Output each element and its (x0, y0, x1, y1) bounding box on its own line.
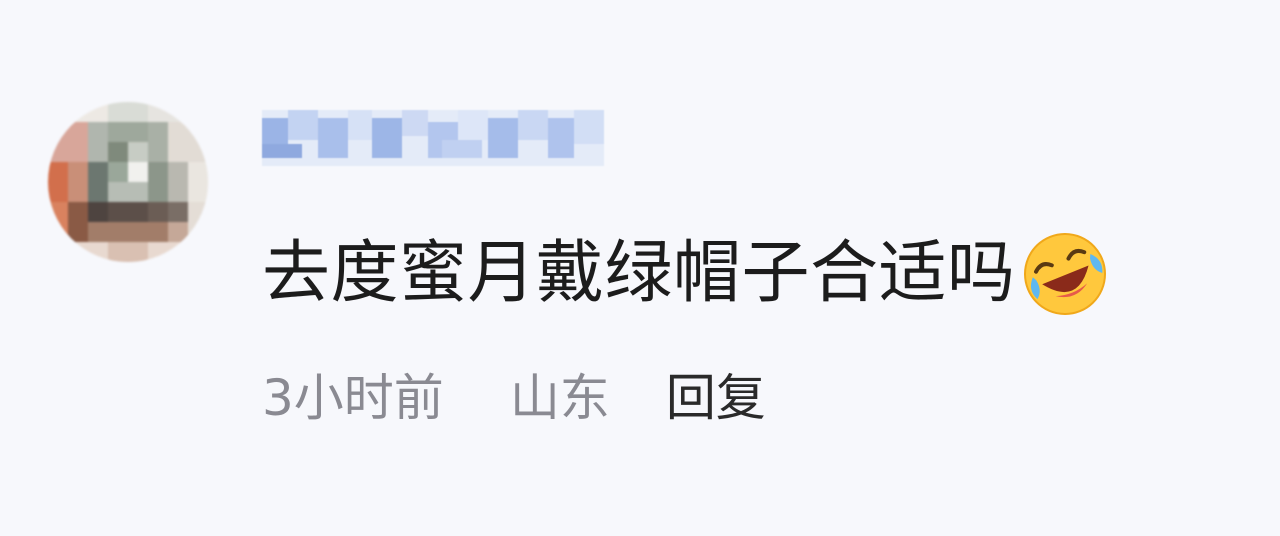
laughing-crying-emoji-icon (1022, 231, 1108, 317)
pixelated-username (262, 110, 604, 166)
comment-item: 去度蜜月戴绿帽子合适吗 3小时前 山东 回复 (0, 0, 1280, 536)
comment-body: 去度蜜月戴绿帽子合适吗 (262, 228, 1108, 320)
reply-button[interactable]: 回复 (666, 360, 766, 436)
comment-time: 3小时前 (262, 369, 444, 427)
username-mosaic[interactable] (252, 104, 614, 170)
avatar[interactable] (48, 102, 208, 262)
comment-location: 山东 (509, 369, 610, 427)
comment-text: 去度蜜月戴绿帽子合适吗 (262, 234, 1016, 313)
pixelated-avatar-image (48, 102, 208, 262)
comment-meta: 3小时前 山东 回复 (262, 360, 766, 436)
